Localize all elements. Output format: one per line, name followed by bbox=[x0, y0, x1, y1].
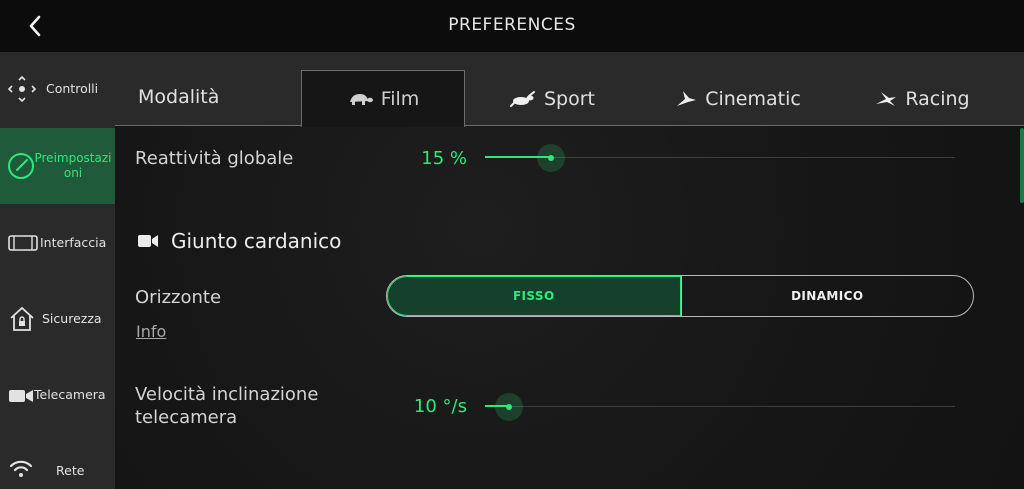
page-title: PREFERENCES bbox=[448, 15, 576, 35]
tab-label: Sport bbox=[543, 87, 595, 110]
tab-cinematic[interactable]: Cinematic bbox=[663, 70, 813, 127]
sidebar-item-label: Rete bbox=[56, 463, 85, 478]
main-panel: Modalità Film Sport Cinematic Racing Rea… bbox=[115, 52, 1024, 489]
rabbit-icon bbox=[509, 90, 535, 107]
gimbal-section-title: Giunto cardanico bbox=[171, 229, 342, 253]
tilt-speed-label-line2: telecamera bbox=[135, 407, 238, 428]
move-arrows-icon bbox=[8, 76, 36, 102]
global-reactivity-value: 15 % bbox=[421, 148, 467, 169]
tab-label: Cinematic bbox=[705, 87, 801, 110]
slider-knob-dot bbox=[506, 404, 512, 410]
tab-label: Film bbox=[380, 88, 420, 110]
sidebar-item-preimpostazioni[interactable]: Preimpostazioni bbox=[0, 128, 115, 204]
tab-film[interactable]: Film bbox=[301, 70, 465, 127]
mode-tabbar: Modalità Film Sport Cinematic Racing bbox=[115, 52, 1024, 127]
video-camera-icon bbox=[138, 235, 158, 247]
sidebar: Controlli Preimpostazioni Interfaccia Si… bbox=[0, 52, 115, 489]
sidebar-item-rete[interactable]: Rete bbox=[0, 432, 115, 489]
swallow-icon bbox=[876, 91, 897, 106]
sidebar-item-label: Preimpostazioni bbox=[34, 151, 112, 180]
tilt-speed-value: 10 °/s bbox=[413, 396, 467, 417]
tab-label: Racing bbox=[905, 87, 970, 110]
horizon-segmented-control: FISSO DINAMICO bbox=[386, 275, 974, 317]
wifi-icon bbox=[9, 460, 33, 477]
tilt-speed-slider-track[interactable] bbox=[485, 406, 955, 407]
sidebar-item-telecamera[interactable]: Telecamera bbox=[0, 356, 115, 432]
home-lock-icon bbox=[10, 306, 34, 331]
camera-icon bbox=[9, 390, 33, 402]
scrollbar[interactable] bbox=[1020, 128, 1024, 203]
screen-icon bbox=[8, 235, 38, 251]
sidebar-item-label: Controlli bbox=[46, 81, 99, 96]
horizon-label: Orizzonte bbox=[135, 287, 222, 308]
turtle-icon bbox=[349, 94, 373, 105]
sidebar-item-interfaccia[interactable]: Interfaccia bbox=[0, 204, 115, 280]
tilt-speed-slider-knob[interactable] bbox=[495, 393, 523, 421]
sidebar-item-label: Sicurezza bbox=[42, 311, 102, 326]
horizon-option-fisso[interactable]: FISSO bbox=[387, 276, 681, 316]
gauge-icon bbox=[8, 153, 34, 179]
horizon-option-dinamico[interactable]: DINAMICO bbox=[680, 276, 974, 316]
global-reactivity-label: Reattività globale bbox=[135, 148, 294, 169]
sidebar-item-controlli[interactable]: Controlli bbox=[0, 52, 115, 128]
horizon-info-link[interactable]: Info bbox=[136, 322, 166, 341]
tilt-speed-label-line1: Velocità inclinazione bbox=[135, 384, 319, 405]
global-reactivity-slider-knob[interactable] bbox=[537, 144, 565, 172]
sidebar-item-sicurezza[interactable]: Sicurezza bbox=[0, 280, 115, 356]
bird-icon bbox=[677, 90, 697, 106]
slider-knob-dot bbox=[548, 155, 554, 161]
top-bar: PREFERENCES bbox=[0, 0, 1024, 52]
sidebar-item-label: Interfaccia bbox=[40, 235, 107, 250]
mode-label: Modalità bbox=[138, 86, 220, 108]
tab-racing[interactable]: Racing bbox=[865, 70, 980, 127]
tab-sport[interactable]: Sport bbox=[490, 70, 615, 127]
sidebar-item-label: Telecamera bbox=[34, 387, 106, 402]
